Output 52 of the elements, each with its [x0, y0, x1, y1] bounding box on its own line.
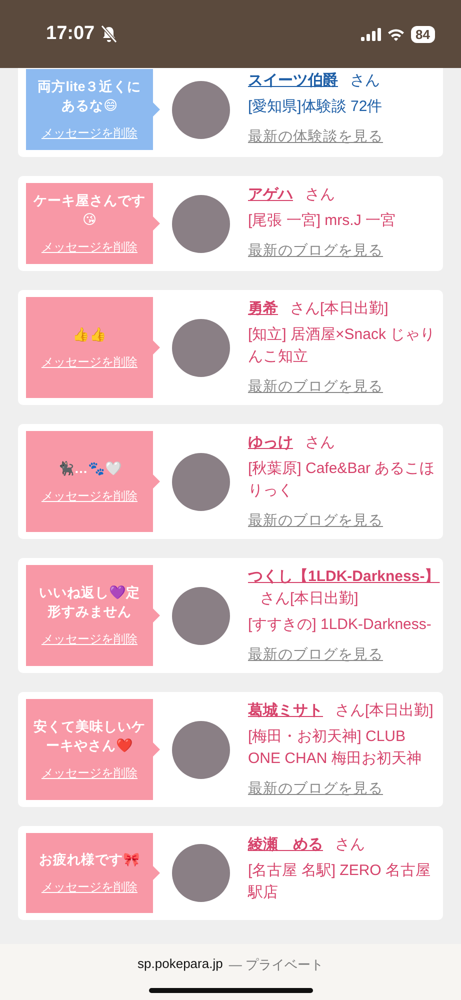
user-name-link[interactable]: 綾瀬 める: [248, 834, 323, 856]
honorific-text: さん: [305, 433, 335, 453]
delete-message-link[interactable]: メッセージを削除: [42, 239, 138, 256]
delete-message-link[interactable]: メッセージを削除: [42, 879, 138, 896]
shop-info-text: [愛知県]体験談 72件: [248, 97, 384, 117]
message-text: 👍👍: [72, 326, 106, 344]
on-duty-status-text: [本日出勤]: [290, 589, 358, 609]
latest-posts-link[interactable]: 最新のブログを見る: [248, 240, 383, 262]
site-domain[interactable]: sp.pokepara.jp: [138, 956, 223, 974]
honorific-text: さん: [335, 701, 365, 721]
wifi-icon: [386, 28, 405, 40]
message-text: お疲れ様です🎀: [39, 851, 140, 869]
shop-info-text: [尾張 一宮] mrs.J 一宮: [248, 211, 396, 231]
user-name-link[interactable]: アゲハ: [248, 184, 293, 206]
honorific-text: さん: [290, 299, 320, 319]
latest-posts-link[interactable]: 最新のブログを見る: [248, 644, 383, 666]
delete-message-link[interactable]: メッセージを削除: [42, 488, 138, 504]
latest-posts-link[interactable]: 最新のブログを見る: [248, 376, 383, 398]
user-name-link[interactable]: スイーツ伯爵: [248, 70, 338, 92]
delete-message-link[interactable]: メッセージを削除: [42, 765, 138, 782]
honorific-text: さん: [335, 835, 365, 855]
message-text: ケーキ屋さんです😘: [33, 192, 146, 229]
message-text: 両方lite３近くにあるな😄: [36, 78, 142, 115]
delete-message-link[interactable]: メッセージを削除: [42, 354, 138, 370]
shop-info-text: [知立] 居酒屋×Snack じゃりんこ知立: [248, 325, 436, 367]
message-text: 🐈‍⬛…🐾🤍: [57, 460, 122, 478]
shop-info-text: [名古屋 名駅] ZERO 名古屋駅店: [248, 861, 432, 903]
user-name-link[interactable]: 勇希: [248, 298, 278, 320]
message-text: いいね返し💜定形すみません: [38, 584, 141, 621]
clock-time: 17:07: [46, 23, 95, 45]
user-name-link[interactable]: 葛城ミサト: [248, 700, 323, 722]
shop-info-text: [梅田・お初天神] CLUB ONE CHAN 梅田お初天神: [248, 727, 422, 769]
message-text: 安くて美味しいケーキやさん❤: [33, 718, 146, 755]
latest-posts-link[interactable]: 最新のブログを見る: [248, 778, 383, 800]
user-name-link[interactable]: ゆっけ: [248, 432, 293, 454]
honorific-text: さん: [350, 71, 380, 91]
on-duty-status-text: [本日出勤]: [365, 701, 434, 721]
home-indicator[interactable]: [148, 988, 312, 993]
shop-info-text: [すすきの] 1LDK-Darkness-: [248, 615, 432, 635]
delete-message-link[interactable]: メッセージを削除: [42, 125, 138, 142]
latest-posts-link[interactable]: 最新のブログを見る: [248, 510, 383, 532]
private-mode-label: — プライベート: [228, 956, 324, 974]
battery-indicator: 84: [410, 26, 435, 42]
honorific-text: さん: [305, 185, 335, 205]
honorific-text: さん: [260, 589, 290, 609]
signal-icon: [360, 28, 381, 40]
muted-bell-icon: [100, 25, 117, 43]
user-name-link[interactable]: つくし【1LDK-Darkness-】: [248, 566, 440, 588]
latest-posts-link[interactable]: 最新の体験談を見る: [248, 126, 383, 148]
shop-info-text: [秋葉原] Cafe&Bar あるこほりっく: [248, 459, 436, 501]
delete-message-link[interactable]: メッセージを削除: [42, 631, 138, 648]
on-duty-status-text: [本日出勤]: [320, 299, 388, 319]
